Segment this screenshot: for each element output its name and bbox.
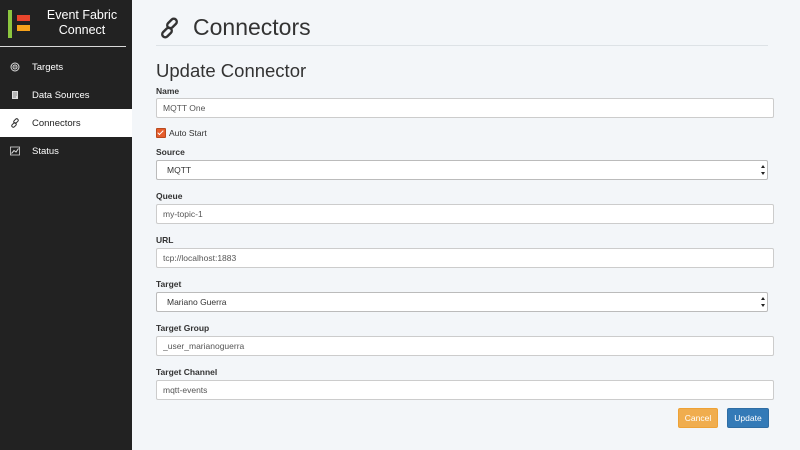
sidebar-nav: Targets Data Sources Connectors Status [0,53,132,165]
cancel-button[interactable]: Cancel [678,408,718,428]
target-group-label: Target Group [156,323,210,333]
update-button[interactable]: Update [727,408,769,428]
sidebar-item-data-sources[interactable]: Data Sources [0,81,132,109]
sidebar-item-connectors[interactable]: Connectors [0,109,132,137]
url-field[interactable] [156,248,774,268]
page-header: Connectors [156,10,768,46]
name-field[interactable] [156,98,774,118]
auto-start-label: Auto Start [169,128,207,138]
app-logo [8,10,34,38]
target-channel-label: Target Channel [156,367,218,377]
select-arrows-icon [761,165,765,175]
source-label: Source [156,147,185,157]
auto-start-checkbox[interactable] [156,128,166,138]
app-title-line1: Event Fabric [46,8,118,22]
queue-field[interactable] [156,204,774,224]
sidebar-item-label: Connectors [32,117,81,129]
brand[interactable]: Event Fabric Connect [0,0,126,47]
sidebar-item-label: Data Sources [32,89,90,101]
queue-label: Queue [156,191,183,201]
target-select[interactable]: Mariano Guerra [156,292,768,312]
target-label: Target [156,279,182,289]
sidebar-item-targets[interactable]: Targets [0,53,132,81]
chart-icon [8,146,22,156]
sidebar: Event Fabric Connect Targets Data Source… [0,0,132,450]
sidebar-item-label: Targets [32,61,64,73]
target-select-value: Mariano Guerra [167,297,227,307]
app-title: Event Fabric Connect [38,8,126,38]
target-group-field[interactable] [156,336,774,356]
page-title: Connectors [193,14,311,40]
main-content: Connectors Update Connector Name Auto St… [132,0,800,450]
name-label: Name [156,86,180,96]
source-select-value: MQTT [167,165,192,175]
app-title-line2: Connect [58,23,106,37]
select-arrows-icon [761,297,765,307]
link-icon [8,118,22,128]
form-title: Update Connector [156,60,307,81]
document-icon [8,90,22,100]
auto-start-row: Auto Start [156,128,207,138]
link-icon [161,17,178,38]
source-select[interactable]: MQTT [156,160,768,180]
sidebar-item-status[interactable]: Status [0,137,132,165]
url-label: URL [156,235,174,245]
target-channel-field[interactable] [156,380,774,400]
target-icon [8,62,22,72]
sidebar-item-label: Status [32,145,59,157]
